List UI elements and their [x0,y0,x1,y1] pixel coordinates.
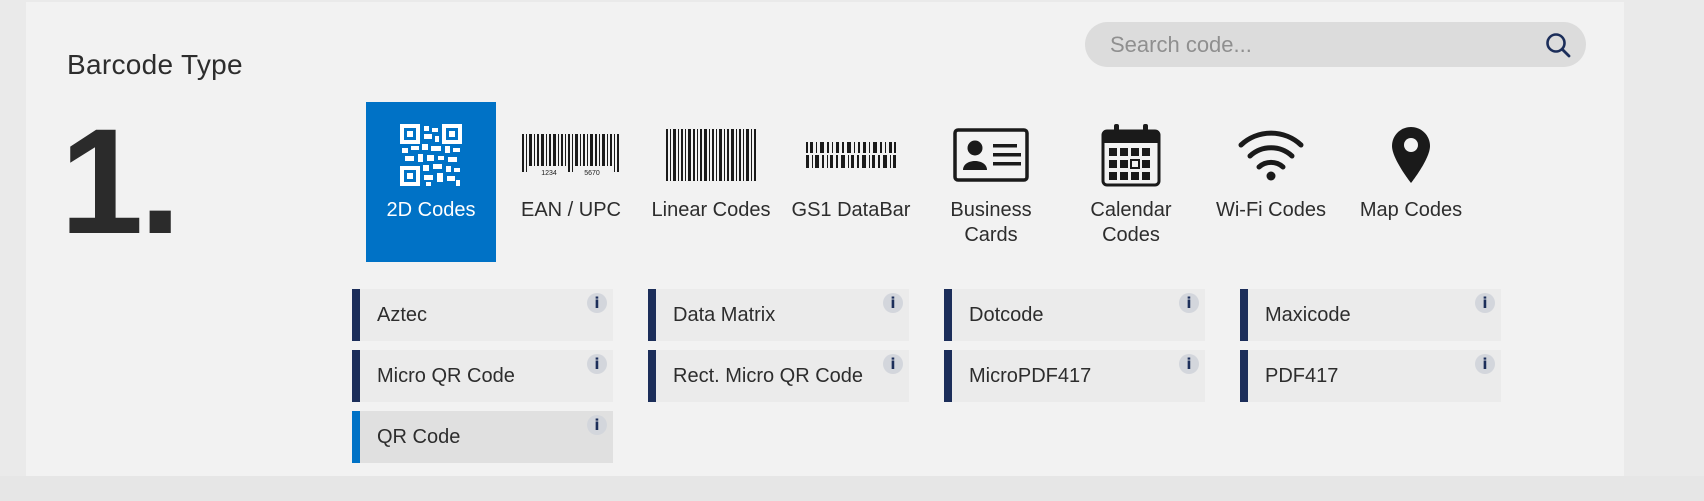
code-label: Maxicode [1265,303,1351,326]
info-icon[interactable]: i [587,415,607,435]
type-label: 2D Codes [386,199,476,221]
ean-digits-text: 5670 [584,170,600,176]
type-label: Wi-Fi Codes [1215,199,1326,221]
search-icon[interactable] [1544,31,1572,59]
type-calendar-codes[interactable]: Calendar Codes [1066,102,1196,262]
code-label: QR Code [377,425,461,448]
type-2d-codes[interactable]: 2D Codes [366,102,496,262]
info-icon[interactable]: i [1475,293,1495,313]
type-label: Map Codes [1359,199,1463,221]
ean-digits-text: 1234 [541,170,557,176]
type-gs1-databar[interactable]: GS1 DataBar [786,102,916,262]
code-item-qr-code[interactable]: QR Code i [352,411,613,463]
info-icon[interactable]: i [587,354,607,374]
type-label: GS1 DataBar [791,199,911,221]
code-item-micropdf417[interactable]: MicroPDF417 i [944,350,1205,402]
type-label: Business Cards [950,199,1032,246]
info-icon[interactable]: i [883,293,903,313]
qr-code-icon [400,122,462,188]
info-icon[interactable]: i [1179,354,1199,374]
databar-icon [806,122,896,188]
type-map-codes[interactable]: Map Codes [1346,102,1476,262]
step-number: 1. [60,97,181,265]
type-ean-upc[interactable]: 1234 5670 EAN / UPC [506,102,636,262]
calendar-icon [1101,122,1161,188]
info-icon[interactable]: i [587,293,607,313]
info-icon[interactable]: i [883,354,903,374]
search-input[interactable] [1108,30,1544,59]
code-label: Dotcode [969,303,1044,326]
code-label: Aztec [377,303,428,326]
wifi-icon [1237,122,1305,188]
type-business-cards[interactable]: Business Cards [926,102,1056,262]
code-label: Data Matrix [673,303,776,326]
type-label: Calendar Codes [1090,199,1172,246]
code-item-dotcode[interactable]: Dotcode i [944,289,1205,341]
code-item-rect-micro-qr-code[interactable]: Rect. Micro QR Code i [648,350,909,402]
code-item-maxicode[interactable]: Maxicode i [1240,289,1501,341]
type-label: EAN / UPC [520,199,622,221]
code-list: Aztec i Data Matrix i Dotcode i Maxicode… [352,289,1501,463]
ean-barcode-icon: 1234 5670 [521,122,621,188]
map-pin-icon [1392,122,1430,188]
barcode-type-tabs: 2D Codes 1234 5670 EAN / UPC Linear Code… [366,102,1486,262]
section-title: Barcode Type [67,49,243,80]
search-box [1085,22,1586,67]
barcode-type-panel: Barcode Type 1. Search code... 2D Codes … [26,2,1624,476]
business-card-icon [953,122,1029,188]
page-bottom-strip [0,476,1704,501]
type-label: Linear Codes [651,199,771,221]
info-icon[interactable]: i [1475,354,1495,374]
linear-barcode-icon [666,122,756,188]
code-item-micro-qr-code[interactable]: Micro QR Code i [352,350,613,402]
code-label: Micro QR Code [377,364,515,387]
code-label: Rect. Micro QR Code [673,364,864,387]
code-item-data-matrix[interactable]: Data Matrix i [648,289,909,341]
type-wifi-codes[interactable]: Wi-Fi Codes [1206,102,1336,262]
code-label: MicroPDF417 [969,364,1092,387]
code-label: PDF417 [1265,364,1339,387]
type-linear-codes[interactable]: Linear Codes [646,102,776,262]
code-item-pdf417[interactable]: PDF417 i [1240,350,1501,402]
code-item-aztec[interactable]: Aztec i [352,289,613,341]
info-icon[interactable]: i [1179,293,1199,313]
